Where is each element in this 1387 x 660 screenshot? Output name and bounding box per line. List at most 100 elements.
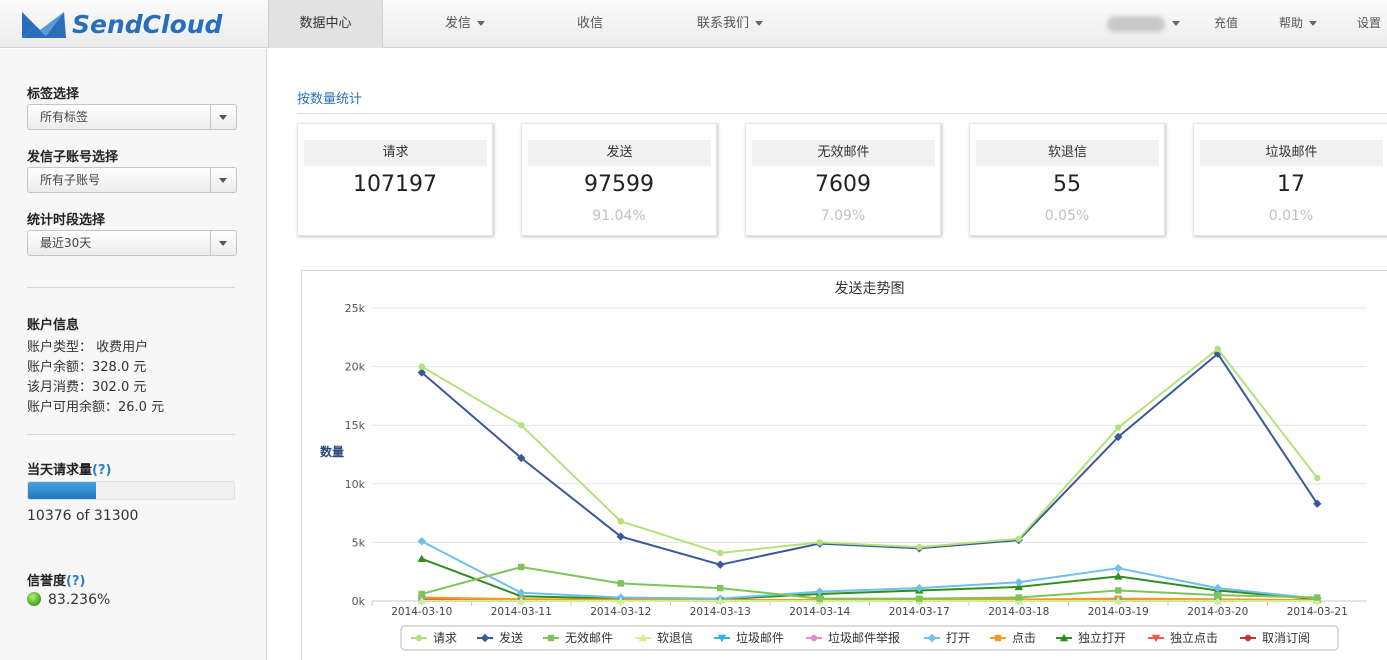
reputation-status-icon: [27, 592, 41, 606]
data-point: [518, 422, 525, 429]
data-point: [816, 595, 823, 602]
data-point: [916, 595, 923, 602]
nav-settings[interactable]: 设置: [1357, 0, 1381, 48]
nav-receive[interactable]: 收信: [555, 0, 625, 48]
period-select[interactable]: 最近30天: [27, 230, 237, 256]
stat-card-sent: 发送 97599 91.04%: [521, 123, 717, 236]
account-type: 账户类型： 收费用户: [27, 340, 149, 355]
y-tick-label: 10k: [345, 478, 366, 491]
chevron-down-icon: [219, 115, 227, 120]
data-point: [1314, 594, 1321, 601]
subaccount-select[interactable]: 所有子账号: [27, 167, 237, 193]
tag-select-value: 所有标签: [40, 110, 89, 124]
nav-data-center-label: 数据中心: [299, 16, 352, 31]
monthly-spend: 该月消费：302.0 元: [27, 380, 147, 395]
available-balance: 账户可用余额：26.0 元: [27, 400, 165, 415]
y-axis-label: 数量: [320, 444, 344, 459]
nav-settings-label: 设置: [1357, 16, 1382, 30]
legend-marker: [1244, 634, 1252, 642]
stat-value: 7609: [815, 172, 871, 197]
chevron-down-icon: [219, 178, 227, 183]
subaccount-select-toggle[interactable]: [210, 168, 236, 192]
stat-card-invalid: 无效邮件 7609 7.09%: [745, 123, 941, 236]
data-point: [1214, 345, 1221, 353]
legend-marker: [415, 634, 423, 642]
data-point: [1015, 535, 1022, 543]
nav-recharge[interactable]: 充值: [1214, 0, 1238, 48]
period-select-toggle[interactable]: [210, 231, 236, 255]
brand-logo[interactable]: SendCloud: [20, 7, 222, 41]
stat-value: 107197: [353, 172, 437, 197]
legend-marker: [547, 634, 555, 642]
account-info-title: 账户信息: [27, 318, 80, 333]
send-trend-chart: 发送走势图 数量 0k 5k 10k 15k 20k 25k 2014-03-10 2014-03…: [301, 270, 1387, 660]
legend-label: 独立打开: [1078, 630, 1126, 645]
chevron-down-icon: [477, 21, 485, 26]
stat-percent: 91.04%: [592, 208, 646, 224]
help-icon[interactable]: (?): [92, 463, 111, 478]
tag-select-label: 标签选择: [27, 87, 80, 102]
nav-data-center[interactable]: 数据中心: [268, 0, 383, 48]
top-navigation-bar: SendCloud 数据中心 发信 收信 联系我们 充值 帮助 设置: [0, 0, 1387, 48]
stat-label: 软退信: [976, 140, 1159, 166]
help-icon[interactable]: (?): [66, 574, 85, 589]
legend-label: 软退信: [657, 631, 693, 645]
user-account-name-redacted[interactable]: [1107, 16, 1165, 32]
stat-label: 请求: [304, 140, 487, 166]
nav-help[interactable]: 帮助: [1279, 0, 1318, 48]
x-tick-label: 2014-03-13: [690, 606, 751, 618]
data-point: [518, 563, 525, 571]
legend-label: 请求: [433, 631, 457, 645]
data-point: [1114, 563, 1123, 573]
chevron-down-icon[interactable]: [1172, 21, 1180, 26]
subaccount-select-value: 所有子账号: [40, 173, 101, 187]
nav-contact-us-label: 联系我们: [696, 16, 749, 31]
legend-label: 独立点击: [1170, 630, 1218, 645]
reputation-label: 信誉度(?): [27, 570, 85, 589]
stat-value: 55: [1053, 172, 1081, 197]
data-point: [1115, 587, 1122, 594]
x-tick-label: 2014-03-17: [889, 606, 950, 618]
data-point: [716, 560, 725, 569]
y-tick-label: 20k: [345, 361, 366, 374]
period-select-value: 最近30天: [40, 236, 92, 250]
chevron-down-icon: [1309, 21, 1318, 26]
tag-select-toggle[interactable]: [210, 105, 236, 129]
nav-help-label: 帮助: [1279, 16, 1304, 30]
legend-label: 取消订阅: [1262, 631, 1310, 645]
legend-label: 发送: [499, 630, 523, 645]
stat-card-spam: 垃圾邮件 17 0.01%: [1193, 123, 1387, 236]
data-point: [1014, 578, 1023, 587]
data-point: [1214, 591, 1221, 599]
stat-label: 发送: [528, 140, 711, 166]
x-tick-label: 2014-03-21: [1287, 606, 1348, 618]
subaccount-select-label: 发信子账号选择: [27, 150, 119, 165]
nav-receive-label: 收信: [576, 16, 603, 31]
daily-request-progress-fill: [28, 482, 97, 499]
nav-contact-us[interactable]: 联系我们: [675, 0, 785, 48]
data-point: [418, 590, 425, 598]
data-point: [717, 584, 724, 592]
data-point: [418, 363, 425, 370]
reputation-value: 83.236%: [48, 592, 111, 608]
reputation-label-text: 信誉度: [27, 574, 67, 589]
stat-value: 17: [1277, 172, 1305, 197]
tag-select[interactable]: 所有标签: [27, 104, 237, 130]
x-tick-label: 2014-03-10: [391, 606, 452, 618]
legend-marker: [994, 634, 1002, 642]
sendcloud-logo-icon: [22, 12, 66, 38]
data-point: [1314, 474, 1321, 482]
stat-label: 垃圾邮件: [1200, 140, 1383, 166]
sidebar: 标签选择 所有标签 发信子账号选择 所有子账号 统计时段选择 最近30天 账户信…: [0, 49, 267, 660]
data-point: [617, 580, 624, 587]
period-select-label: 统计时段选择: [27, 213, 106, 228]
stat-percent: 0.01%: [1268, 208, 1314, 224]
legend-label: 垃圾邮件: [736, 630, 784, 645]
legend-label: 点击: [1012, 631, 1036, 645]
series-line: [421, 540, 1318, 600]
nav-send[interactable]: 发信: [420, 0, 510, 48]
daily-request-label: 当天请求量(?): [27, 459, 111, 478]
chart-title: 发送走势图: [835, 281, 905, 297]
stat-value: 97599: [584, 172, 654, 197]
x-tick-label: 2014-03-20: [1187, 606, 1248, 618]
